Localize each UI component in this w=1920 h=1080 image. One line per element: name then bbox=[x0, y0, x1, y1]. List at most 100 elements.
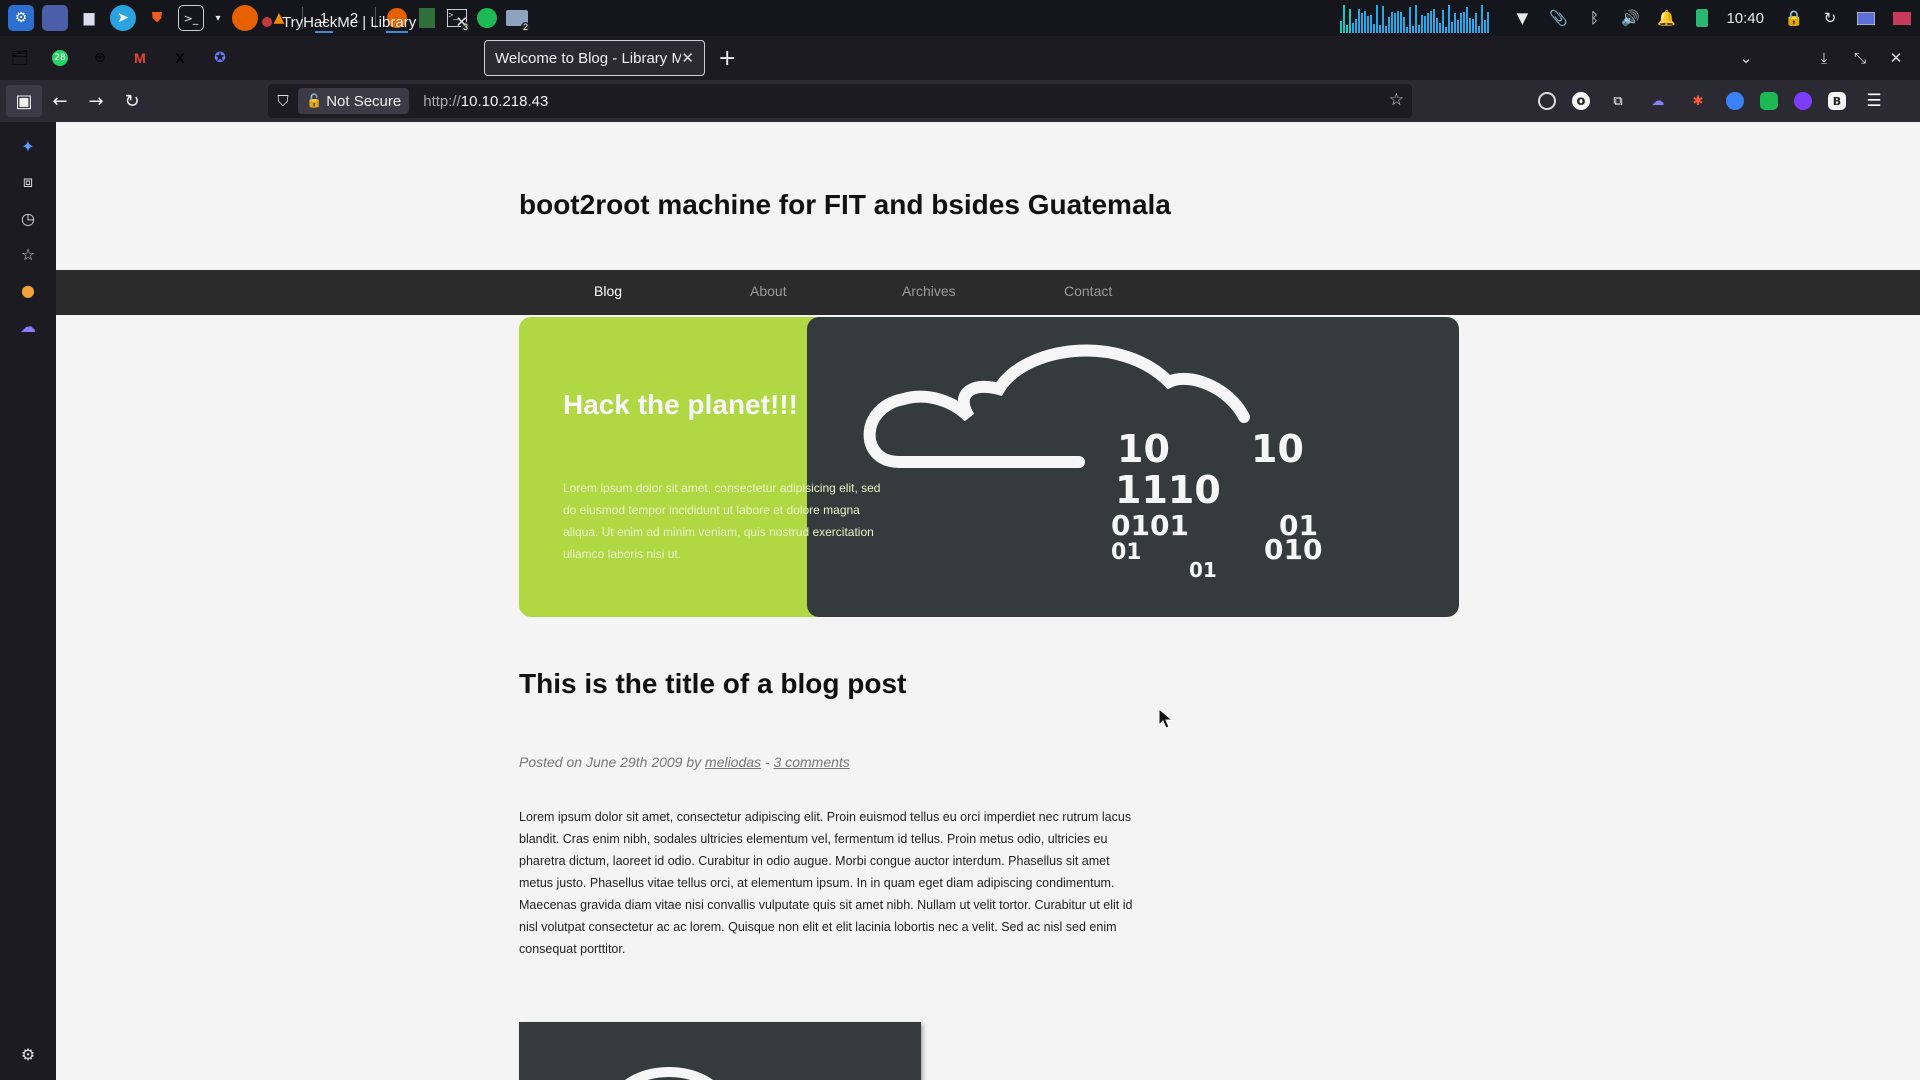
restore-window-icon[interactable]: ⤡ bbox=[1842, 36, 1878, 80]
power-icon[interactable] bbox=[1889, 5, 1915, 31]
nav-link-about[interactable]: About bbox=[750, 283, 787, 299]
visualizer-bar bbox=[1475, 13, 1478, 33]
download-icon[interactable]: ⤓ bbox=[1806, 36, 1842, 80]
visualizer-bar bbox=[1448, 5, 1451, 33]
binary-digits: 10 bbox=[1251, 427, 1304, 471]
visualizer-bar bbox=[1346, 25, 1349, 33]
settings-gear-icon[interactable]: ⚙ bbox=[16, 1042, 40, 1066]
taskbar-files[interactable]: 2 bbox=[502, 0, 532, 36]
tracking-shield-icon[interactable]: ⛉ bbox=[268, 92, 298, 110]
tab-blog[interactable]: Welcome to Blog - Library Ma ✕ bbox=[484, 40, 705, 76]
visualizer-bar bbox=[1379, 25, 1382, 33]
visualizer-bar bbox=[1388, 17, 1391, 33]
forward-button[interactable]: → bbox=[78, 85, 114, 117]
whatsapp-icon: 28 bbox=[52, 50, 68, 66]
clock[interactable]: 10:40 bbox=[1726, 10, 1764, 27]
extension-green-icon[interactable] bbox=[1760, 92, 1778, 110]
new-tab-button[interactable]: + bbox=[718, 46, 736, 71]
url-scheme: http:// bbox=[423, 92, 461, 110]
binary-digits: 0101 bbox=[1111, 509, 1189, 542]
brave-icon[interactable]: ⛊ bbox=[144, 5, 170, 31]
chevron-down-icon[interactable]: ▾ bbox=[212, 5, 224, 31]
pinned-tab-chatgpt[interactable]: ⊛ bbox=[80, 40, 120, 76]
close-icon[interactable]: ✕ bbox=[681, 49, 694, 67]
extension-o-icon[interactable]: o bbox=[1572, 92, 1590, 110]
bookmarks-star-icon[interactable]: ☆ bbox=[16, 242, 40, 266]
sidebar-toggle-button[interactable]: ▣ bbox=[6, 85, 42, 117]
visualizer-bar bbox=[1373, 24, 1376, 33]
visualizer-bar bbox=[1376, 5, 1379, 33]
paperclip-icon[interactable]: 📎 bbox=[1545, 5, 1571, 31]
extension-blue-icon[interactable] bbox=[1726, 92, 1744, 110]
visualizer-bar bbox=[1442, 10, 1445, 33]
extension-bug-icon[interactable]: ✱ bbox=[1686, 89, 1710, 113]
spotify-icon bbox=[477, 8, 497, 28]
extension-colorful-icon[interactable]: ● bbox=[16, 278, 40, 302]
firefox-view-button[interactable]: 🗂 bbox=[0, 40, 40, 76]
visualizer-bar bbox=[1403, 17, 1406, 33]
whatsapp-badge: 28 bbox=[54, 53, 66, 63]
tab-tryhackme[interactable]: TryHackMe | Library ✕ bbox=[252, 4, 478, 40]
extension-cloud-icon[interactable]: ☁ bbox=[1646, 89, 1670, 113]
url-host: 10.10.218.43 bbox=[460, 92, 549, 110]
pinned-tab-whatsapp[interactable]: 28 bbox=[40, 40, 80, 76]
visualizer-bar bbox=[1412, 26, 1415, 33]
lock-icon[interactable]: 🔒 bbox=[1781, 5, 1807, 31]
reload-button[interactable]: ↻ bbox=[114, 85, 150, 117]
post-meta: Posted on June 29th 2009 by meliodas - 3… bbox=[519, 754, 850, 770]
web-page: boot2root machine for FIT and bsides Gua… bbox=[56, 122, 1920, 1080]
history-icon[interactable]: ◷ bbox=[16, 206, 40, 230]
app-menu-icon[interactable]: ⚙ bbox=[8, 5, 34, 31]
close-window-icon[interactable]: ✕ bbox=[1878, 36, 1914, 80]
back-button[interactable]: ← bbox=[42, 85, 78, 117]
visualizer-bar bbox=[1439, 23, 1442, 33]
visualizer-bar bbox=[1340, 21, 1343, 33]
menu-icon[interactable]: ☰ bbox=[1862, 89, 1886, 113]
terminal-icon[interactable]: >_ bbox=[178, 5, 204, 31]
synced-tabs-icon[interactable]: ⧈ bbox=[16, 170, 40, 194]
list-tabs-button[interactable]: ⌄ bbox=[1728, 36, 1764, 80]
url-text[interactable]: http://10.10.218.43 bbox=[423, 93, 548, 110]
visualizer-bar bbox=[1427, 13, 1430, 33]
file-manager-icon[interactable]: ▆ bbox=[76, 5, 102, 31]
nav-link-blog[interactable]: Blog bbox=[594, 283, 622, 299]
visualizer-bar bbox=[1484, 20, 1487, 33]
visualizer-bar bbox=[1469, 18, 1472, 33]
visualizer-bar bbox=[1361, 13, 1364, 33]
extension-shield-icon[interactable] bbox=[1794, 92, 1812, 110]
author-link[interactable]: meliodas bbox=[705, 754, 761, 770]
bell-icon[interactable]: 🔔 bbox=[1653, 5, 1679, 31]
wifi-icon[interactable]: ▼ bbox=[1509, 5, 1535, 31]
security-indicator[interactable]: 🔓 Not Secure bbox=[298, 88, 410, 114]
binary-digits: 01 bbox=[1189, 558, 1217, 582]
visualizer-bar bbox=[1472, 19, 1475, 33]
desktop-icon[interactable] bbox=[42, 5, 68, 31]
close-icon[interactable]: ✕ bbox=[455, 13, 468, 31]
bookmark-star-icon[interactable]: ☆ bbox=[1389, 90, 1404, 110]
mouse-cursor-icon bbox=[1158, 708, 1174, 729]
refresh-icon[interactable]: ↻ bbox=[1817, 5, 1843, 31]
extension-b-icon[interactable]: B bbox=[1828, 92, 1846, 110]
extensions-puzzle-icon[interactable]: ⧉ bbox=[1606, 89, 1630, 113]
battery-icon[interactable] bbox=[1689, 5, 1715, 31]
pinned-tab-app[interactable]: ✪ bbox=[200, 40, 240, 76]
pinned-tab-x[interactable]: X bbox=[160, 40, 200, 76]
comments-link[interactable]: 3 comments bbox=[774, 754, 850, 770]
display-icon[interactable] bbox=[1853, 5, 1879, 31]
url-bar[interactable]: ⛉ 🔓 Not Secure http://10.10.218.43 ☆ bbox=[268, 84, 1412, 118]
post-title[interactable]: This is the title of a blog post bbox=[519, 668, 906, 700]
pinned-tab-gmail[interactable]: M bbox=[120, 40, 160, 76]
ai-sparkle-icon[interactable]: ✦ bbox=[16, 134, 40, 158]
post-body: Lorem ipsum dolor sit amet, consectetur … bbox=[519, 810, 1133, 956]
nav-link-contact[interactable]: Contact bbox=[1064, 283, 1112, 299]
post-date: Posted on June 29th 2009 by bbox=[519, 754, 706, 770]
extension-cloud-icon[interactable]: ☁ bbox=[16, 314, 40, 338]
visualizer-bar bbox=[1478, 26, 1481, 33]
tab-title: TryHackMe | Library bbox=[282, 13, 417, 31]
bluetooth-icon[interactable]: ᛒ bbox=[1581, 5, 1607, 31]
extension-timer-icon[interactable] bbox=[1538, 92, 1556, 110]
nav-link-archives[interactable]: Archives bbox=[902, 283, 956, 299]
volume-icon[interactable]: 🔊 bbox=[1617, 5, 1643, 31]
telegram-icon[interactable]: ➤ bbox=[110, 5, 136, 31]
visualizer-bar bbox=[1400, 12, 1403, 33]
